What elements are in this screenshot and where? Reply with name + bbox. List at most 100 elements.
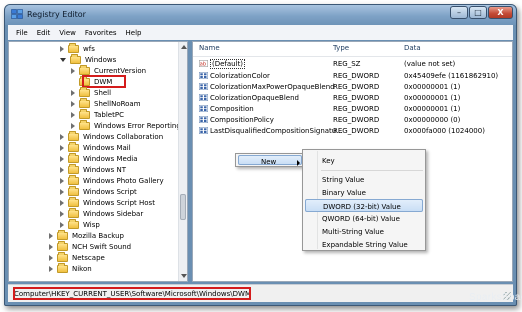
expand-arrow-icon[interactable] (49, 232, 53, 239)
menu-item-binary-value[interactable]: Binary Value (305, 186, 423, 199)
folder-icon (57, 240, 68, 251)
expand-arrow-icon[interactable] (71, 89, 75, 96)
folder-icon (57, 262, 68, 273)
tree-item-shell[interactable]: Shell (71, 86, 111, 98)
menu-view[interactable]: View (59, 29, 76, 37)
menu-help[interactable]: Help (126, 29, 142, 37)
expand-arrow-icon[interactable] (60, 221, 64, 228)
tree-item-windows-media[interactable]: Windows Media (60, 152, 138, 164)
folder-icon (79, 119, 90, 130)
dword-value-icon (199, 116, 208, 123)
expand-arrow-icon[interactable] (60, 144, 64, 151)
scroll-thumb[interactable] (180, 194, 186, 220)
menu-favorites[interactable]: Favorites (85, 29, 117, 37)
value-row[interactable]: ColorizationOpaqueBlend REG_DWORD 0x0000… (193, 92, 512, 103)
tree-item-windows-collaboration[interactable]: Windows Collaboration (60, 130, 163, 142)
close-button[interactable]: X (488, 6, 513, 19)
tree-item-mozilla-backup[interactable]: Mozilla Backup (49, 229, 124, 241)
expand-arrow-icon[interactable] (60, 133, 64, 140)
title-bar: Registry Editor – □ X (5, 5, 516, 25)
menu-file[interactable]: File (16, 29, 28, 37)
expand-arrow-icon[interactable] (49, 243, 53, 250)
value-row[interactable]: CompositionPolicy REG_DWORD 0x00000000 (… (193, 114, 512, 125)
menu-bar: File Edit View Favorites Help (8, 25, 513, 40)
tree-item-wisp[interactable]: Wisp (60, 218, 100, 230)
menu-edit[interactable]: Edit (37, 29, 51, 37)
folder-icon (68, 207, 79, 218)
folder-icon (79, 97, 90, 108)
tree-item-wfs[interactable]: wfs (60, 42, 95, 54)
dword-value-icon (199, 83, 208, 90)
column-header-name[interactable]: Name (199, 44, 220, 56)
column-header-data[interactable]: Data (404, 44, 421, 56)
context-menu: New (235, 153, 305, 167)
scroll-up-icon[interactable] (181, 45, 187, 49)
menu-item-dword-value[interactable]: DWORD (32-bit) Value (305, 199, 423, 212)
folder-icon (68, 152, 79, 163)
expand-arrow-icon[interactable] (60, 210, 64, 217)
submenu-arrow-icon (297, 160, 300, 166)
tree-item-windows-script[interactable]: Windows Script (60, 185, 137, 197)
expand-arrow-icon[interactable] (60, 45, 64, 52)
dword-value-icon (199, 94, 208, 101)
new-submenu: Key String Value Binary Value DWORD (32-… (302, 149, 426, 251)
tree-item-windows-nt[interactable]: Windows NT (60, 163, 126, 175)
tree-item-windows[interactable]: Windows (60, 53, 116, 65)
folder-icon (79, 86, 90, 97)
expand-arrow-icon[interactable] (60, 166, 64, 173)
tree-item-shellnoroam[interactable]: ShellNoRoam (71, 97, 141, 109)
registry-editor-window: Registry Editor – □ X File Edit View Fav… (4, 4, 522, 306)
tree-item-windows-script-host[interactable]: Windows Script Host (60, 196, 155, 208)
folder-icon (68, 196, 79, 207)
tree-item-windows-sidebar[interactable]: Windows Sidebar (60, 207, 143, 219)
scroll-down-icon[interactable] (181, 274, 187, 278)
value-row[interactable]: Composition REG_DWORD 0x00000001 (1) (193, 103, 512, 114)
expand-arrow-icon[interactable] (60, 155, 64, 162)
dword-value-icon (199, 72, 208, 79)
expand-arrow-icon[interactable] (71, 122, 75, 129)
expand-arrow-icon[interactable] (49, 254, 53, 261)
tree-item-netscape[interactable]: Netscape (49, 251, 105, 263)
expand-arrow-icon[interactable] (71, 111, 75, 118)
registry-editor-icon (11, 9, 23, 19)
svg-text:ab: ab (200, 62, 206, 67)
status-bar: Computer\HKEY_CURRENT_USER\Software\Micr… (8, 284, 513, 302)
folder-icon (68, 141, 79, 152)
tree-item-windows-photo-gallery[interactable]: Windows Photo Gallery (60, 174, 164, 186)
folder-icon (68, 163, 79, 174)
maximize-button[interactable]: □ (469, 6, 487, 19)
value-row[interactable]: LastDisqualifiedCompositionSignatu... RE… (193, 125, 512, 136)
tree-item-nch-swift-sound[interactable]: NCH Swift Sound (49, 240, 131, 252)
expand-arrow-icon[interactable] (49, 265, 53, 272)
tree-item-windows-mail[interactable]: Windows Mail (60, 141, 131, 153)
expand-arrow-icon[interactable] (60, 188, 64, 195)
folder-icon (68, 218, 79, 229)
tree-item-tabletpc[interactable]: TabletPC (71, 108, 124, 120)
folder-icon (68, 42, 79, 53)
menu-item-multi-string-value[interactable]: Multi-String Value (305, 225, 423, 238)
expand-arrow-icon[interactable] (71, 67, 75, 74)
tree-item-nikon[interactable]: Nikon (49, 262, 92, 274)
menu-item-expandable-string-value[interactable]: Expandable String Value (305, 238, 423, 251)
menu-item-key[interactable]: Key (305, 154, 423, 167)
menu-item-string-value[interactable]: String Value (305, 173, 423, 186)
collapse-arrow-icon[interactable] (60, 57, 66, 62)
path-highlight (13, 287, 251, 300)
menu-separator (321, 170, 423, 171)
value-row[interactable]: ColorizationColor REG_DWORD 0x45409efe (… (193, 70, 512, 81)
value-row[interactable]: ColorizationMaxPowerOpaqueBlend REG_DWOR… (193, 81, 512, 92)
expand-arrow-icon[interactable] (71, 100, 75, 107)
menu-item-qword-value[interactable]: QWORD (64-bit) Value (305, 212, 423, 225)
expand-arrow-icon[interactable] (60, 177, 64, 184)
tree-vertical-scrollbar[interactable] (178, 42, 187, 281)
menu-item-new[interactable]: New (238, 155, 302, 166)
folder-icon (57, 229, 68, 240)
folder-icon (79, 64, 90, 75)
folder-icon (68, 185, 79, 196)
string-value-icon: ab (199, 60, 208, 67)
value-row[interactable]: ab (Default) REG_SZ (value not set) (193, 58, 512, 69)
minimize-button[interactable]: – (450, 6, 468, 19)
expand-arrow-icon[interactable] (60, 199, 64, 206)
tree-item-windows-error-reporting[interactable]: Windows Error Reporting (71, 119, 181, 131)
column-header-type[interactable]: Type (333, 44, 349, 56)
